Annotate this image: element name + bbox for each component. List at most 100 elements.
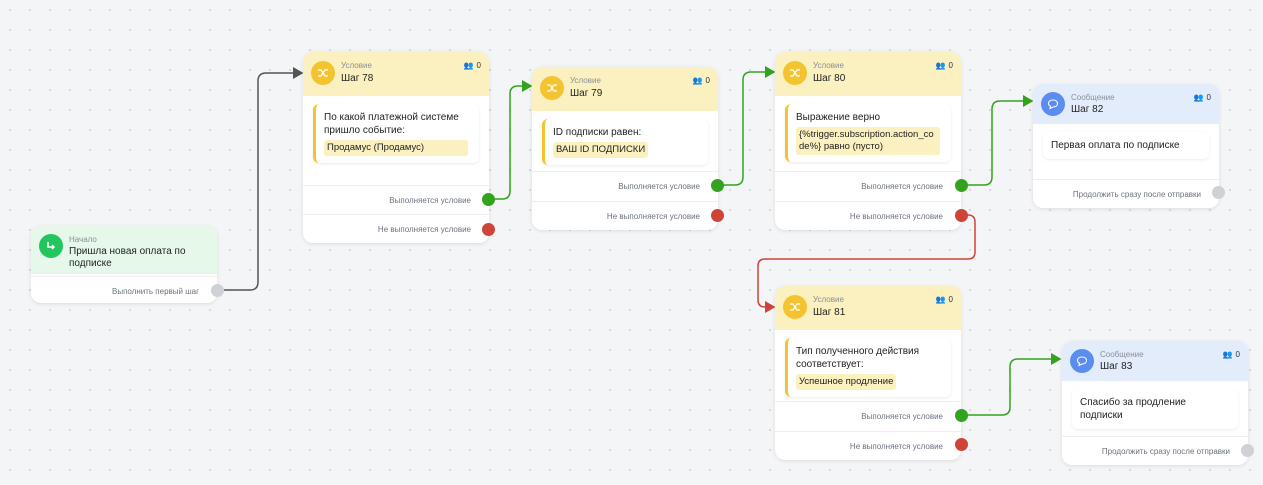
step78-condition-text: По какой платежной системе пришло событи… <box>324 112 459 136</box>
shuffle-icon <box>783 61 807 85</box>
step82-output-port[interactable] <box>1212 186 1225 199</box>
step83-output-label: Продолжить сразу после отправки <box>1101 447 1230 456</box>
users-icon: 👥 <box>935 61 946 70</box>
step83-type: Сообщение <box>1100 350 1144 359</box>
start-node-title: Пришла новая оплата по подписке <box>69 246 186 269</box>
node-step-81[interactable]: Условие Шаг 81 👥 0 Тип полученного действ… <box>775 286 961 460</box>
step80-false-row: Не выполняется условие <box>775 201 961 231</box>
step78-true-row: Выполняется условие <box>303 185 489 215</box>
step83-header: Сообщение Шаг 83 👥 0 <box>1062 341 1248 381</box>
step81-condition-text: Тип полученного действия соответствует: <box>796 346 920 370</box>
step81-condition-value: Успешное продление <box>796 374 897 390</box>
step79-true-row: Выполняется условие <box>532 171 718 201</box>
shuffle-icon <box>540 76 564 100</box>
step80-true-label: Выполняется условие <box>861 182 943 191</box>
step83-output-port[interactable] <box>1241 444 1254 457</box>
step78-condition: По какой платежной системе пришло событи… <box>313 104 479 163</box>
step79-title: Шаг 79 <box>570 88 603 99</box>
step81-false-row: Не выполняется условие <box>775 431 961 461</box>
shuffle-icon <box>311 61 335 85</box>
users-icon: 👥 <box>692 76 703 85</box>
step82-message: Первая оплата по подписке <box>1043 132 1209 159</box>
step83-message-text: Спасибо за продление подписки <box>1080 397 1186 421</box>
node-step-83[interactable]: Сообщение Шаг 83 👥 0 Спасибо за продление… <box>1062 341 1248 465</box>
step80-condition-value: {%trigger.subscription.action_code%} рав… <box>796 127 940 155</box>
step81-true-port[interactable] <box>955 409 968 422</box>
step81-false-label: Не выполняется условие <box>849 442 943 451</box>
step81-type: Условие <box>813 295 844 304</box>
step79-true-port[interactable] <box>711 179 724 192</box>
start-node-header: Начало Пришла новая оплата по подписке <box>31 226 217 274</box>
step79-condition: ID подписки равен: ВАШ ID ПОДПИСКИ <box>542 119 708 165</box>
step81-header: Условие Шаг 81 👥 0 <box>775 286 961 330</box>
chat-bubble-icon <box>1041 92 1065 116</box>
step78-title: Шаг 78 <box>341 73 374 84</box>
start-node-type: Начало <box>69 235 97 244</box>
step79-count: 👥 0 <box>693 76 710 85</box>
step80-false-label: Не выполняется условие <box>849 212 943 221</box>
step78-false-row: Не выполняется условие <box>303 214 489 244</box>
step79-condition-text: ID подписки равен: <box>553 127 642 138</box>
step78-false-label: Не выполняется условие <box>377 225 471 234</box>
users-icon: 👥 <box>1193 93 1204 102</box>
step82-output-row: Продолжить сразу после отправки <box>1033 179 1219 209</box>
users-icon: 👥 <box>935 295 946 304</box>
node-step-82[interactable]: Сообщение Шаг 82 👥 0 Первая оплата по под… <box>1033 84 1219 208</box>
edge-80-to-82 <box>961 95 1034 186</box>
step78-type: Условие <box>341 61 372 70</box>
step78-header: Условие Шаг 78 👥 0 <box>303 52 489 96</box>
step81-false-port[interactable] <box>955 438 968 451</box>
step80-true-port[interactable] <box>955 179 968 192</box>
step82-title: Шаг 82 <box>1071 104 1104 115</box>
step78-true-port[interactable] <box>482 193 495 206</box>
step78-condition-value: Продамус (Продамус) <box>324 140 468 156</box>
step81-condition: Тип полученного действия соответствует: … <box>785 338 951 397</box>
step79-false-label: Не выполняется условие <box>606 212 700 221</box>
step79-false-port[interactable] <box>711 209 724 222</box>
step80-condition-text: Выражение верно <box>796 112 881 123</box>
node-step-78[interactable]: Условие Шаг 78 👥 0 По какой платежной сис… <box>303 52 489 243</box>
step80-true-row: Выполняется условие <box>775 171 961 201</box>
step79-header: Условие Шаг 79 👥 0 <box>532 67 718 111</box>
edge-78-to-79 <box>488 80 533 200</box>
node-step-80[interactable]: Условие Шаг 80 👥 0 Выражение верно {%trig… <box>775 52 961 230</box>
step83-output-row: Продолжить сразу после отправки <box>1062 436 1248 466</box>
step81-count: 👥 0 <box>936 295 953 304</box>
step82-count: 👥 0 <box>1194 93 1211 102</box>
start-output-label: Выполнить первый шаг <box>111 287 199 296</box>
step78-true-label: Выполняется условие <box>389 196 471 205</box>
step79-type: Условие <box>570 76 601 85</box>
start-output-port[interactable] <box>211 284 224 297</box>
step79-true-label: Выполняется условие <box>618 182 700 191</box>
step83-count: 👥 0 <box>1223 350 1240 359</box>
start-node[interactable]: Начало Пришла новая оплата по подписке В… <box>31 226 217 303</box>
step82-type: Сообщение <box>1071 93 1115 102</box>
node-step-79[interactable]: Условие Шаг 79 👥 0 ID подписки равен: ВАШ… <box>532 67 718 230</box>
edge-81-to-83 <box>961 353 1062 416</box>
chat-bubble-icon <box>1070 349 1094 373</box>
step80-type: Условие <box>813 61 844 70</box>
users-icon: 👥 <box>463 61 474 70</box>
step82-output-label: Продолжить сразу после отправки <box>1072 190 1201 199</box>
step82-message-text: Первая оплата по подписке <box>1051 140 1180 151</box>
step80-false-port[interactable] <box>955 209 968 222</box>
step82-count-value: 0 <box>1206 93 1211 102</box>
step80-count: 👥 0 <box>936 61 953 70</box>
step79-count-value: 0 <box>705 76 710 85</box>
step83-title: Шаг 83 <box>1100 361 1133 372</box>
step78-count: 👥 0 <box>464 61 481 70</box>
step80-count-value: 0 <box>948 61 953 70</box>
arrow-turn-icon <box>39 234 63 258</box>
step81-title: Шаг 81 <box>813 307 846 318</box>
step79-condition-value: ВАШ ID ПОДПИСКИ <box>553 142 649 158</box>
start-output-row: Выполнить первый шаг <box>31 276 217 306</box>
step83-message: Спасибо за продление подписки <box>1072 389 1238 429</box>
step78-false-port[interactable] <box>482 223 495 236</box>
edge-start-to-78 <box>224 67 304 291</box>
step81-true-row: Выполняется условие <box>775 401 961 431</box>
shuffle-icon <box>783 295 807 319</box>
step78-count-value: 0 <box>476 61 481 70</box>
step80-title: Шаг 80 <box>813 73 846 84</box>
step82-header: Сообщение Шаг 82 👥 0 <box>1033 84 1219 124</box>
step81-true-label: Выполняется условие <box>861 412 943 421</box>
